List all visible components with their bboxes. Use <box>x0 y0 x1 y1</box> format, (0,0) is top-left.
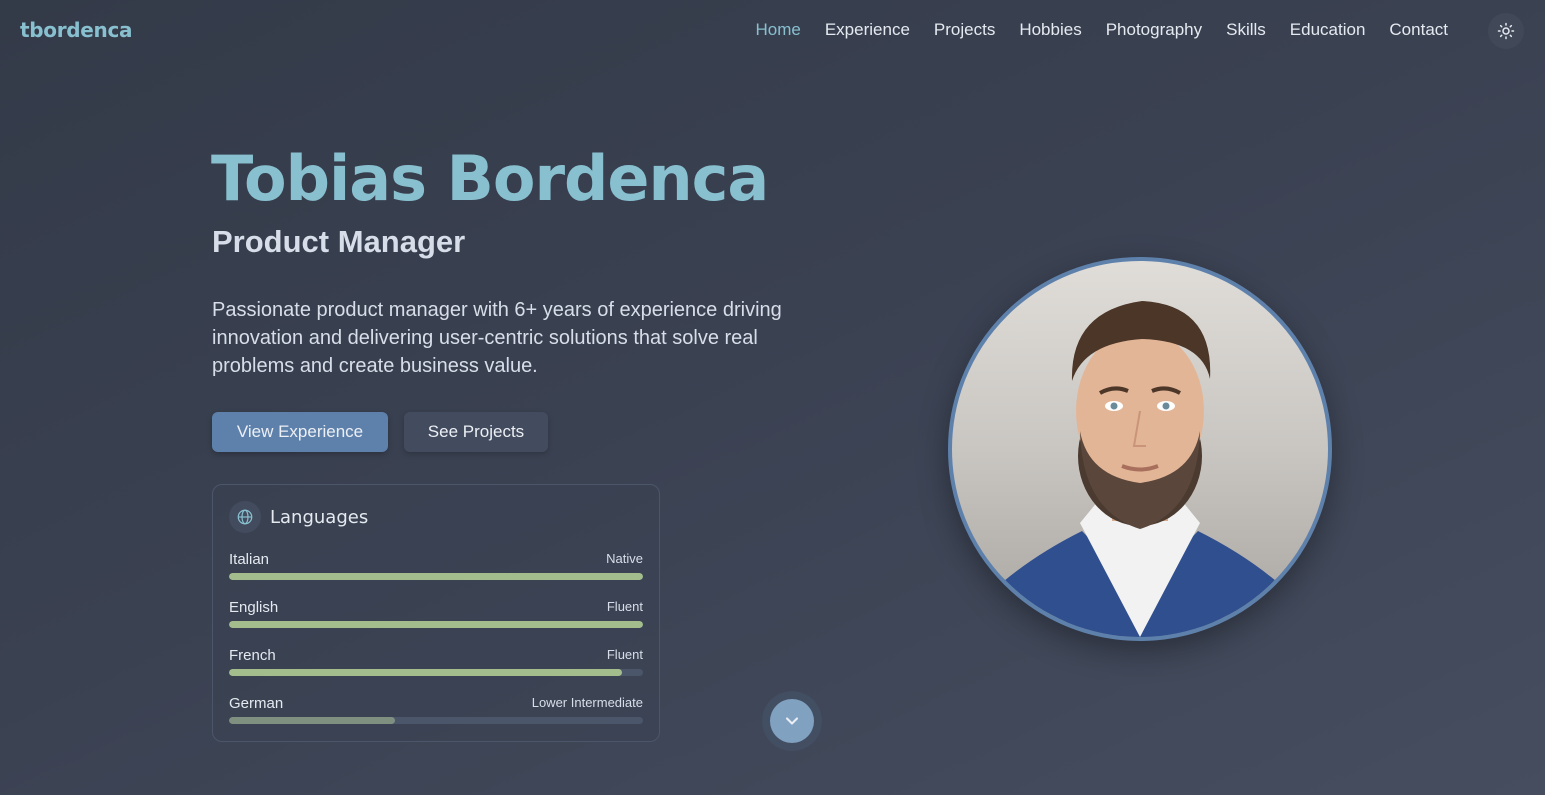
language-name: Italian <box>229 551 270 568</box>
brand-logo[interactable]: tbordenca <box>20 18 133 42</box>
language-level: Lower Intermediate <box>531 695 643 710</box>
hero-description: Passionate product manager with 6+ years… <box>212 299 782 377</box>
proficiency-bar <box>229 573 643 580</box>
languages-card: Languages Italian Native English Fluent … <box>212 484 660 742</box>
globe-icon <box>229 501 261 533</box>
profile-photo <box>948 257 1332 641</box>
nav-item-home[interactable]: Home <box>755 20 800 40</box>
language-level: Fluent <box>606 599 643 614</box>
nav-item-experience[interactable]: Experience <box>825 20 910 40</box>
language-row-italian: Italian Native <box>229 551 643 581</box>
proficiency-bar <box>229 669 643 676</box>
proficiency-fill <box>229 621 643 628</box>
language-name: German <box>229 695 284 712</box>
hero-role: Product Manager <box>212 224 466 259</box>
sun-icon <box>1497 22 1515 40</box>
proficiency-fill <box>229 717 395 724</box>
chevron-down-icon <box>785 717 799 725</box>
see-projects-button[interactable]: See Projects <box>404 412 548 452</box>
languages-title: Languages <box>270 506 369 528</box>
language-level: Fluent <box>606 647 643 662</box>
nav-item-skills[interactable]: Skills <box>1226 20 1266 40</box>
language-row-french: French Fluent <box>229 647 643 677</box>
language-name: English <box>229 599 279 616</box>
nav-item-projects[interactable]: Projects <box>934 20 995 40</box>
nav-links: Home Experience Projects Hobbies Photogr… <box>755 20 1448 40</box>
language-row-german: German Lower Intermediate <box>229 695 643 725</box>
languages-header: Languages <box>229 501 368 533</box>
proficiency-bar <box>229 621 643 628</box>
nav-item-education[interactable]: Education <box>1290 20 1366 40</box>
nav-item-contact[interactable]: Contact <box>1389 20 1448 40</box>
language-name: French <box>229 647 276 664</box>
scroll-down-button[interactable] <box>770 699 814 743</box>
view-experience-button[interactable]: View Experience <box>212 412 388 452</box>
language-row-english: English Fluent <box>229 599 643 629</box>
theme-toggle-button[interactable] <box>1488 13 1524 49</box>
portrait-illustration <box>982 301 1298 637</box>
language-level: Native <box>606 551 643 566</box>
nav-item-hobbies[interactable]: Hobbies <box>1019 20 1081 40</box>
proficiency-bar <box>229 717 643 724</box>
hero-name: Tobias Bordenca <box>211 142 769 215</box>
proficiency-fill <box>229 669 623 676</box>
top-navbar: tbordenca Home Experience Projects Hobbi… <box>0 0 1545 62</box>
proficiency-fill <box>229 573 643 580</box>
nav-item-photography[interactable]: Photography <box>1106 20 1202 40</box>
